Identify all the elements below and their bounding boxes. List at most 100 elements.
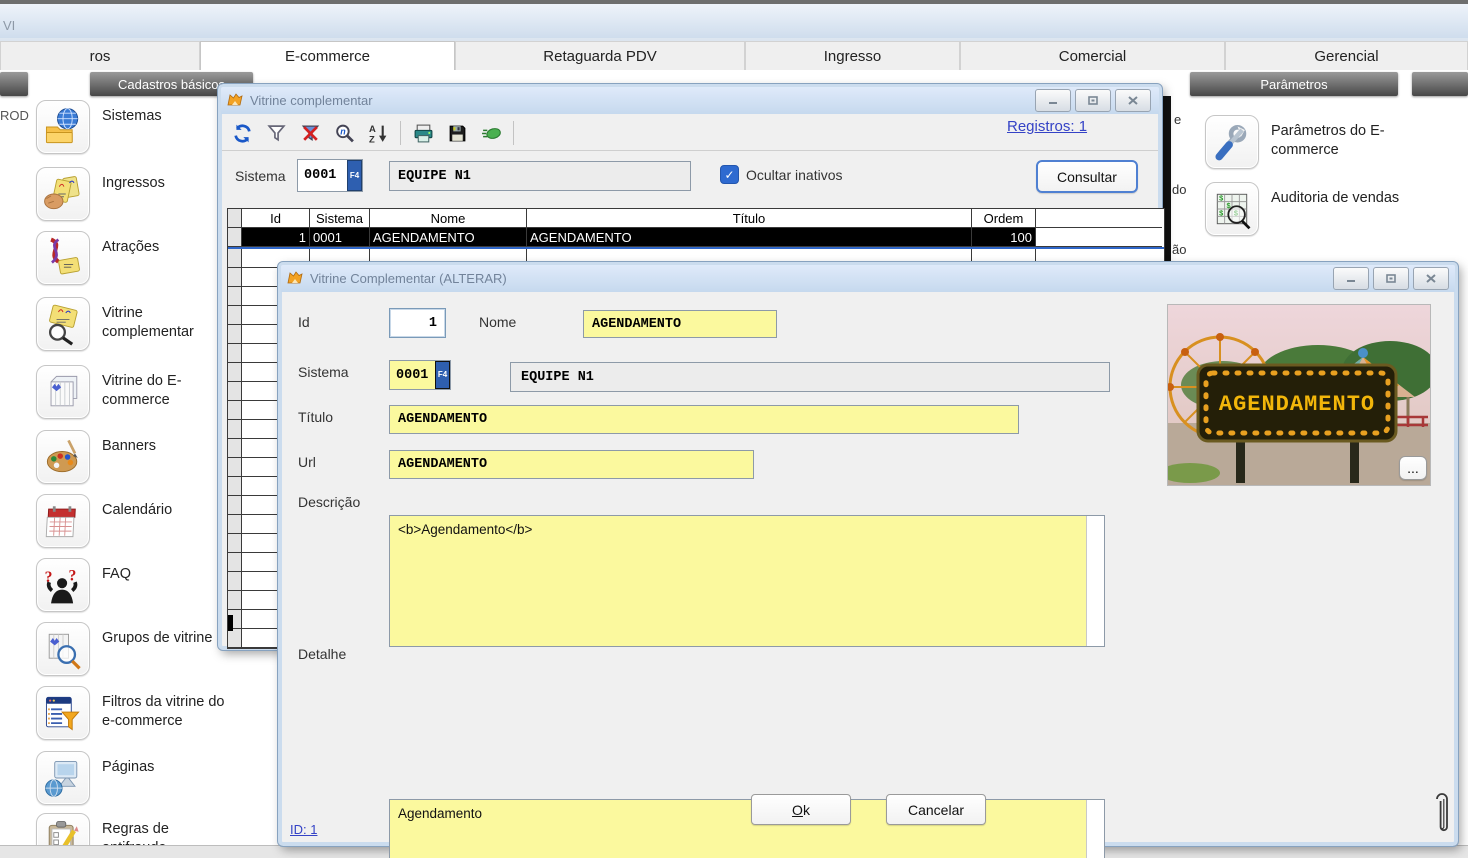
titulo-label: Título <box>298 409 333 425</box>
close-button[interactable] <box>1413 267 1449 290</box>
descricao-label: Descrição <box>298 494 360 510</box>
row-selector[interactable] <box>228 228 242 247</box>
atracoes-icon <box>36 231 90 285</box>
ocultar-inativos-group[interactable]: Ocultar inativos <box>720 165 842 184</box>
registros-link[interactable]: Registros: 1 <box>1007 118 1087 135</box>
sidebar-item-vitrine-ecommerce[interactable]: Vitrine do E-commerce <box>36 365 234 419</box>
sales-audit-icon: $ $ $ $ <box>1205 182 1259 236</box>
ribbon-header-parametros: Parâmetros <box>1190 72 1398 96</box>
vitrine-complementar-icon <box>36 297 90 351</box>
url-label: Url <box>298 454 316 470</box>
clear-filter-icon[interactable] <box>298 121 322 145</box>
filter-icon[interactable] <box>264 121 288 145</box>
scrollbar-track[interactable] <box>1086 516 1104 646</box>
dialog1-titlebar: Vitrine complementar <box>221 87 1159 114</box>
svg-text:Z: Z <box>369 134 375 144</box>
sidebar-item-vitrine-complementar[interactable]: Vitrine complementar <box>36 297 234 351</box>
svg-text:$: $ <box>1219 194 1223 203</box>
dialog1-title: Vitrine complementar <box>250 93 373 108</box>
eraser-icon[interactable] <box>479 121 503 145</box>
sidebar-item-banners[interactable]: Banners <box>36 430 234 484</box>
detalhe-label: Detalhe <box>298 646 346 662</box>
dialog-vitrine-complementar-alterar: Vitrine Complementar (ALTERAR) Id 1 Nome… <box>278 262 1458 846</box>
ocultar-inativos-checkbox[interactable] <box>720 165 739 184</box>
sidebar-item-filtros-vitrine[interactable]: Filtros da vitrine do e-commerce <box>36 686 234 740</box>
consultar-button[interactable]: Consultar <box>1036 160 1138 193</box>
ok-button[interactable]: Ok <box>751 794 851 825</box>
ingressos-icon <box>36 167 90 221</box>
column-header-ordem[interactable]: Ordem <box>972 209 1036 228</box>
grupos-vitrine-icon <box>36 622 90 676</box>
sidebar-item-calendario[interactable]: Calendário <box>36 494 234 548</box>
sidebar-item-parametros-ecommerce[interactable]: Parâmetros do E-commerce <box>1205 115 1421 169</box>
sistemas-icon <box>36 100 90 154</box>
tab-retaguarda-pdv[interactable]: Retaguarda PDV <box>455 41 745 70</box>
sidebar-item-atracoes[interactable]: Atrações <box>36 231 234 285</box>
save-icon[interactable] <box>445 121 469 145</box>
column-header-sistema[interactable]: Sistema <box>310 209 370 228</box>
fox-icon <box>226 92 244 110</box>
toolbar-separator <box>400 121 401 145</box>
close-button[interactable] <box>1115 89 1151 112</box>
sidebar-item-faq[interactable]: ? ? FAQ <box>36 558 234 612</box>
tab-ecommerce[interactable]: E-commerce <box>200 41 455 70</box>
minimize-button[interactable] <box>1035 89 1071 112</box>
grid-header-row: Id Sistema Nome Título Ordem <box>228 209 1164 228</box>
scrollbar-track[interactable] <box>1086 800 1104 858</box>
ribbon-stub-left <box>0 72 28 96</box>
titulo-input[interactable]: AGENDAMENTO <box>389 405 1019 434</box>
column-header-id[interactable]: Id <box>242 209 310 228</box>
sistema-label: Sistema <box>235 168 286 184</box>
print-icon[interactable] <box>411 121 435 145</box>
row-selector-header <box>228 209 242 228</box>
vitrine-image-preview: AGENDAMENTO <box>1167 304 1431 486</box>
refresh-icon[interactable] <box>230 121 254 145</box>
descricao-textarea[interactable]: <b>Agendamento</b> <box>389 515 1105 647</box>
sistema-input[interactable]: 0001 F4 <box>297 159 363 192</box>
id-label: Id <box>298 314 310 330</box>
cancelar-button[interactable]: Cancelar <box>886 794 986 825</box>
maximize-button[interactable] <box>1075 89 1111 112</box>
sistema-name-field: EQUIPE N1 <box>389 161 691 191</box>
detalhe-textarea[interactable]: Agendamento <box>389 799 1105 858</box>
sistema-name-field: EQUIPE N1 <box>510 362 1110 392</box>
f4-lookup-button[interactable]: F4 <box>347 160 362 191</box>
filtros-vitrine-icon <box>36 686 90 740</box>
column-header-titulo[interactable]: Título <box>527 209 972 228</box>
sidebar-item-grupos-vitrine[interactable]: Grupos de vitrine <box>36 622 234 676</box>
tab-cadastros[interactable]: ros <box>0 41 200 70</box>
browse-image-button[interactable]: ... <box>1399 456 1427 480</box>
vitrine-ecommerce-icon <box>36 365 90 419</box>
record-id-link[interactable]: ID: 1 <box>290 822 317 837</box>
ribbon-stub-right <box>1412 72 1468 96</box>
sidebar-item-sistemas[interactable]: Sistemas <box>36 100 234 154</box>
toolbar-divider <box>222 150 1158 151</box>
vitrine-sign-text: AGENDAMENTO <box>1219 392 1375 417</box>
sidebar-item-paginas[interactable]: Páginas <box>36 751 234 805</box>
tools-icon <box>1205 115 1259 169</box>
sidebar-item-ingressos[interactable]: Ingressos <box>36 167 234 221</box>
tab-comercial[interactable]: Comercial <box>960 41 1225 70</box>
nome-input[interactable]: AGENDAMENTO <box>583 310 777 338</box>
id-field: 1 <box>389 308 446 338</box>
column-header-filler <box>1036 209 1162 228</box>
sidebar-item-auditoria-vendas[interactable]: $ $ $ $ Auditoria de vendas <box>1205 182 1421 236</box>
environment-fragment: ROD <box>0 108 29 123</box>
window-titlebar: VI <box>0 4 1468 38</box>
grid-cursor-mark <box>228 615 233 631</box>
tab-ingresso[interactable]: Ingresso <box>745 41 960 70</box>
sistema-input[interactable]: 0001 F4 <box>389 360 451 390</box>
zoom-icon[interactable]: n <box>332 121 356 145</box>
main-tabbar: ros E-commerce Retaguarda PDV Ingresso C… <box>0 38 1468 70</box>
column-header-nome[interactable]: Nome <box>370 209 527 228</box>
maximize-button[interactable] <box>1373 267 1409 290</box>
minimize-button[interactable] <box>1333 267 1369 290</box>
hidden-label-fragment: do <box>1172 182 1186 197</box>
svg-text:$: $ <box>1219 208 1223 217</box>
f4-lookup-button[interactable]: F4 <box>435 361 450 389</box>
url-input[interactable]: AGENDAMENTO <box>389 450 754 479</box>
table-row[interactable]: 1 0001 AGENDAMENTO AGENDAMENTO 100 <box>228 228 1164 247</box>
svg-text:n: n <box>340 126 346 136</box>
sort-az-icon[interactable]: A Z <box>366 121 390 145</box>
tab-gerencial[interactable]: Gerencial <box>1225 41 1468 70</box>
